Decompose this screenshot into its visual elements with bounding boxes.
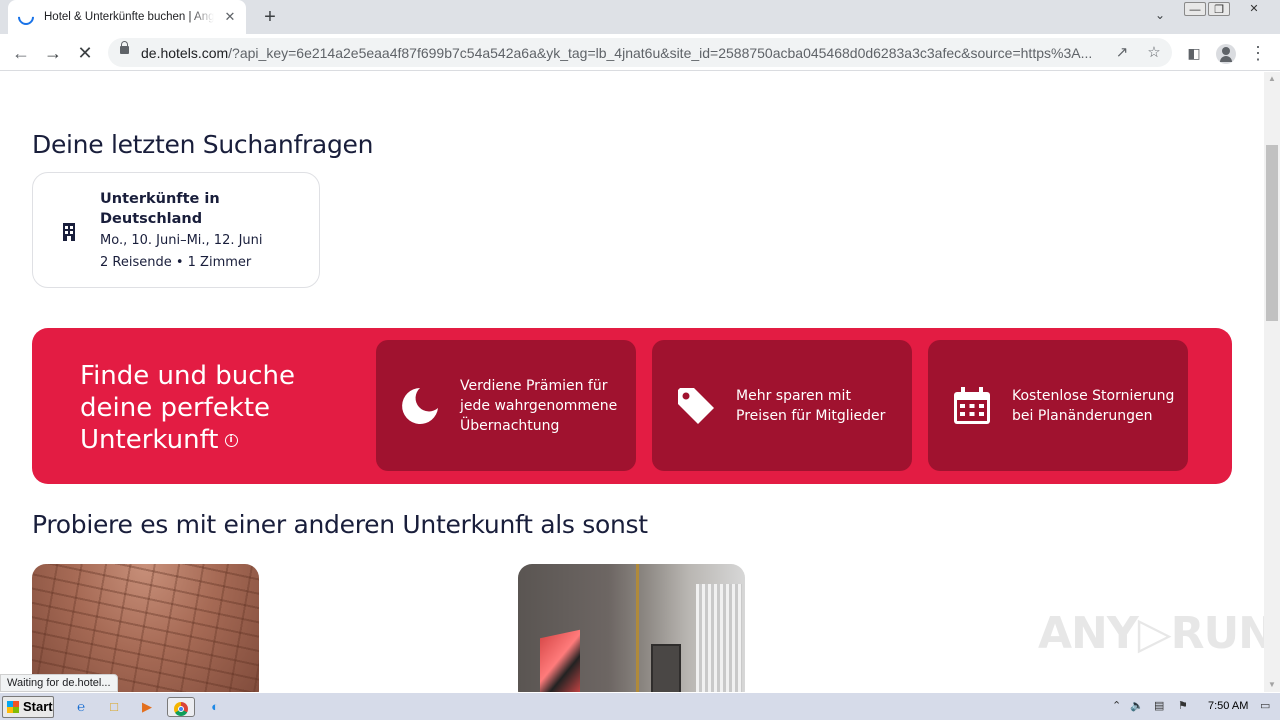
calendar-icon xyxy=(954,387,990,424)
action-center-flag-icon[interactable]: ⚑ xyxy=(1178,699,1188,712)
perk-card-free-cancellation: Kostenlose Stornierung bei Planänderunge… xyxy=(928,340,1188,471)
alternative-stay-heading: Probiere es mit einer anderen Unterkunft… xyxy=(32,510,648,539)
perk-text: Verdiene Prämien für jede wahrgenommene … xyxy=(460,377,618,434)
edge-icon[interactable]: ◐ xyxy=(204,697,226,717)
scrollbar-thumb[interactable] xyxy=(1266,145,1278,321)
image-detail xyxy=(696,584,742,692)
browser-tabstrip: Hotel & Unterkünfte buchen | Angebote ✕ … xyxy=(0,0,1280,34)
image-detail xyxy=(651,644,681,692)
internet-explorer-icon[interactable]: ℮ xyxy=(70,697,92,717)
hotel-building-icon xyxy=(63,223,75,241)
taskbar-clock[interactable]: 7:50 AM xyxy=(1208,700,1248,712)
volume-icon[interactable]: 🔈 xyxy=(1130,699,1144,712)
recent-search-title: Unterkünfte in Deutschland xyxy=(100,191,220,227)
page-viewport: Deine letzten Suchanfragen Unterkünfte i… xyxy=(0,72,1264,692)
perk-text: Kostenlose Stornierung bei Planänderunge… xyxy=(1012,387,1175,424)
file-explorer-icon[interactable]: □ xyxy=(103,697,125,717)
network-icon[interactable]: ▤ xyxy=(1154,699,1164,712)
tab-title: Hotel & Unterkünfte buchen | Angebote xyxy=(44,11,214,23)
stop-loading-icon[interactable]: ✕ xyxy=(72,40,98,66)
side-panel-icon[interactable]: ◧ xyxy=(1181,40,1207,66)
recent-search-card[interactable]: Unterkünfte in Deutschland Mo., 10. Juni… xyxy=(32,172,320,288)
media-player-icon[interactable]: ▶ xyxy=(136,697,158,717)
forward-arrow-icon[interactable]: → xyxy=(40,40,66,66)
tab-search-chevron-icon[interactable]: ⌄ xyxy=(1150,8,1170,26)
tab-close-icon[interactable]: ✕ xyxy=(222,9,238,25)
show-desktop-icon[interactable]: ▭ xyxy=(1260,699,1270,712)
perk-card-rewards: Verdiene Prämien für jede wahrgenommene … xyxy=(376,340,636,471)
share-icon[interactable]: ↗ xyxy=(1111,42,1133,64)
new-tab-button[interactable]: + xyxy=(259,6,281,28)
loading-spinner-icon xyxy=(14,5,38,29)
recent-searches-heading: Deine letzten Suchanfragen xyxy=(32,130,374,159)
property-image-vaulted-brick[interactable] xyxy=(32,564,259,692)
profile-avatar-icon[interactable] xyxy=(1213,40,1239,66)
member-benefits-banner: Finde und buche deine perfekte Unterkunf… xyxy=(32,328,1232,484)
scroll-up-arrow-icon[interactable]: ▲ xyxy=(1264,72,1280,86)
window-close-button[interactable]: ✕ xyxy=(1243,2,1265,16)
anyrun-watermark: ANY▷RUN xyxy=(1038,608,1264,659)
back-arrow-icon[interactable]: ← xyxy=(8,40,34,66)
window-restore-button[interactable]: ❐ xyxy=(1208,2,1230,16)
browser-toolbar: ← → ✕ de.hotels.com/?api_key=6e214a2e5ea… xyxy=(0,34,1280,71)
url-host: de.hotels.com xyxy=(141,45,229,61)
price-tag-icon xyxy=(678,388,714,424)
scroll-down-arrow-icon[interactable]: ▼ xyxy=(1264,678,1280,692)
recent-search-dates: Mo., 10. Juni–Mi., 12. Juni xyxy=(100,233,263,248)
browser-status-text: Waiting for de.hotel... xyxy=(0,674,118,692)
url-path: /?api_key=6e214a2e5eaa4f87f699b7c54a542a… xyxy=(228,45,1093,61)
lock-icon[interactable] xyxy=(120,41,129,54)
tray-expand-icon[interactable]: ⌃ xyxy=(1112,699,1121,712)
bookmark-star-icon[interactable]: ☆ xyxy=(1143,42,1165,64)
browser-menu-icon[interactable]: ⋮ xyxy=(1245,40,1271,66)
browser-tab-active[interactable]: Hotel & Unterkünfte buchen | Angebote ✕ xyxy=(8,0,246,34)
image-detail xyxy=(540,629,580,692)
url-text[interactable]: de.hotels.com/?api_key=6e214a2e5eaa4f87f… xyxy=(141,45,1101,61)
start-button[interactable]: Start xyxy=(2,696,54,718)
promo-title: Finde und buche deine perfekte Unterkunf… xyxy=(80,360,320,456)
window-minimize-button[interactable]: — xyxy=(1184,2,1206,16)
image-detail xyxy=(636,564,639,692)
page-scrollbar[interactable]: ▲ ▼ xyxy=(1264,72,1280,692)
perk-text: Mehr sparen mit Preisen für Mitglieder xyxy=(736,387,886,424)
chrome-taskbar-icon[interactable] xyxy=(167,697,195,717)
recent-search-guests: 2 Reisende • 1 Zimmer xyxy=(100,255,252,270)
promo-title-text: Finde und buche deine perfekte Unterkunf… xyxy=(80,361,296,455)
address-bar[interactable]: de.hotels.com/?api_key=6e214a2e5eaa4f87f… xyxy=(108,38,1172,67)
info-icon[interactable]: i xyxy=(224,434,238,447)
property-image-modern-interior[interactable] xyxy=(518,564,745,692)
moon-icon xyxy=(402,388,438,424)
windows-taskbar: Start ℮ □ ▶ ◐ ⌃ 🔈 ▤ ⚑ 7:50 AM ▭ xyxy=(0,692,1280,720)
perk-card-member-prices: Mehr sparen mit Preisen für Mitglieder xyxy=(652,340,912,471)
